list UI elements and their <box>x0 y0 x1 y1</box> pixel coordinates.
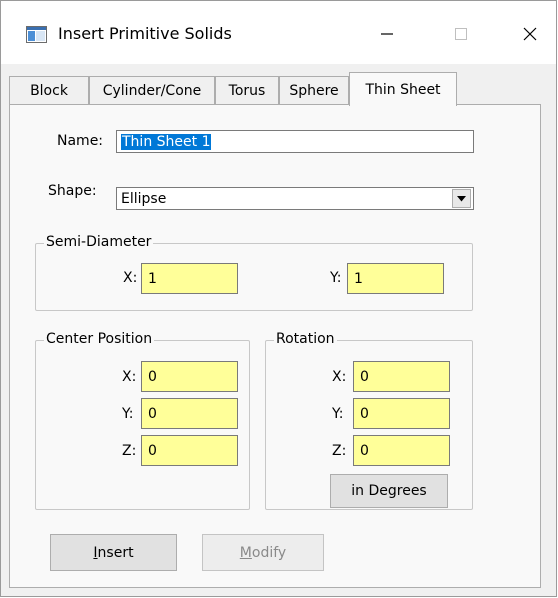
close-button[interactable] <box>507 14 553 54</box>
tab-label: Cylinder/Cone <box>102 82 202 99</box>
tab-label: Block <box>30 82 68 99</box>
window-title: Insert Primitive Solids <box>58 24 232 43</box>
semi-diameter-y-label: Y: <box>330 270 342 286</box>
tab-sphere[interactable]: Sphere <box>279 76 349 104</box>
app-icon <box>26 26 47 43</box>
modify-label: odify <box>251 544 287 561</box>
tab-thin-sheet[interactable]: Thin Sheet <box>349 72 457 106</box>
insert-button[interactable]: Insert <box>50 534 177 571</box>
tab-block[interactable]: Block <box>9 76 89 104</box>
tab-label: Torus <box>228 82 266 99</box>
shape-dropdown-button[interactable] <box>452 189 471 208</box>
modify-mnemonic: M <box>239 544 252 561</box>
shape-label: Shape: <box>48 183 97 199</box>
center-position-title: Center Position <box>44 331 155 347</box>
center-x-label: X: <box>122 369 137 385</box>
center-y-field[interactable]: 0 <box>141 398 238 429</box>
rotation-z-field[interactable]: 0 <box>353 435 450 466</box>
in-degrees-button[interactable]: in Degrees <box>330 474 448 508</box>
center-z-label: Z: <box>122 443 137 459</box>
name-label: Name: <box>57 133 104 149</box>
rotation-y-label: Y: <box>332 406 344 422</box>
rotation-y-field[interactable]: 0 <box>353 398 450 429</box>
maximize-icon <box>455 28 467 40</box>
tab-cylinder-cone[interactable]: Cylinder/Cone <box>89 76 215 104</box>
semi-diameter-x-label: X: <box>123 270 138 286</box>
center-z-field[interactable]: 0 <box>141 435 238 466</box>
modify-button[interactable]: Modify <box>202 534 324 571</box>
shape-select[interactable]: Ellipse <box>116 187 474 210</box>
rotation-x-label: X: <box>332 369 347 385</box>
close-icon <box>523 27 537 41</box>
center-x-field[interactable]: 0 <box>141 361 238 392</box>
semi-diameter-title: Semi-Diameter <box>44 234 154 250</box>
tab-label: Sphere <box>289 82 339 99</box>
tab-label: Thin Sheet <box>365 81 441 98</box>
tab-torus[interactable]: Torus <box>215 76 279 104</box>
semi-diameter-y-field[interactable]: 1 <box>347 263 444 294</box>
semi-diameter-x-field[interactable]: 1 <box>141 263 238 294</box>
rotation-z-label: Z: <box>332 443 347 459</box>
chevron-down-icon <box>457 195 466 201</box>
minimize-button[interactable] <box>364 14 410 54</box>
name-field-value: Thin Sheet 1 <box>121 133 212 150</box>
rotation-title: Rotation <box>274 331 337 347</box>
insert-label: nsert <box>97 544 134 561</box>
center-y-label: Y: <box>122 406 134 422</box>
rotation-x-field[interactable]: 0 <box>353 361 450 392</box>
minimize-icon <box>381 33 393 35</box>
maximize-button <box>438 14 484 54</box>
shape-select-value: Ellipse <box>121 190 167 207</box>
name-field[interactable]: Thin Sheet 1 <box>116 130 474 153</box>
